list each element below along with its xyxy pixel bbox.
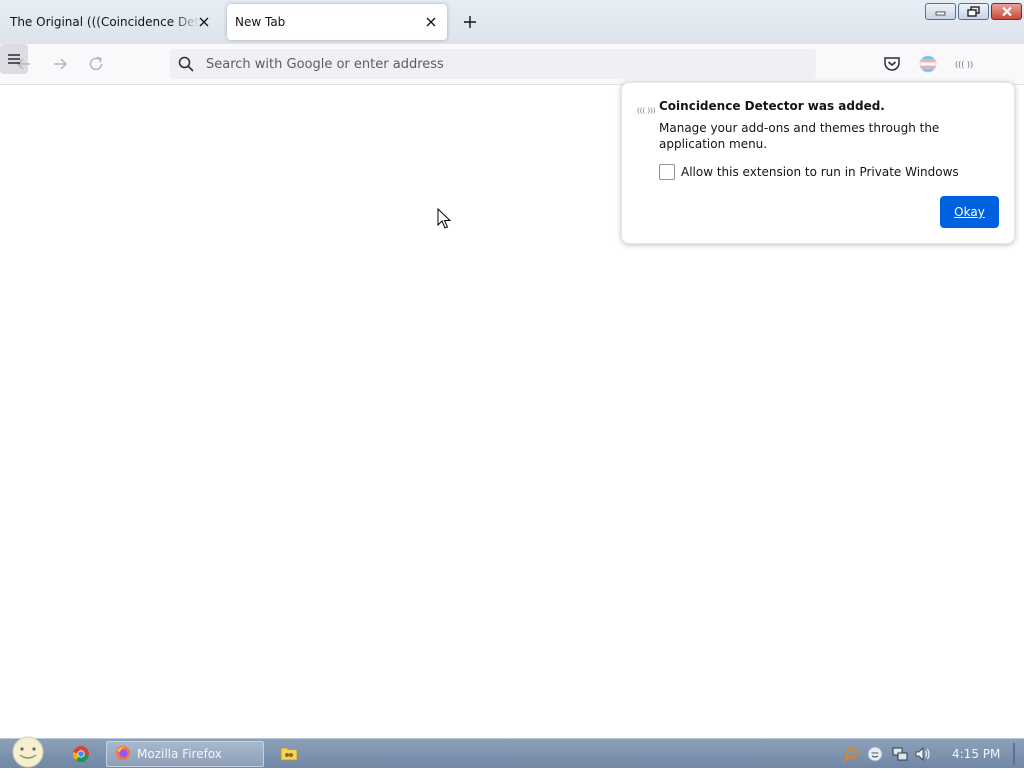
- network-tray-icon[interactable]: [891, 746, 909, 766]
- search-icon: [178, 56, 194, 76]
- okay-button[interactable]: Okay: [940, 196, 999, 228]
- taskbar-firefox-button[interactable]: Mozilla Firefox: [106, 741, 264, 767]
- coincidence-detector-icon[interactable]: ((( ))): [954, 54, 976, 74]
- restore-button[interactable]: [958, 3, 989, 20]
- account-icon[interactable]: [918, 54, 938, 74]
- smiley-tray-icon[interactable]: [867, 746, 883, 766]
- pocket-icon[interactable]: [882, 54, 902, 74]
- folder-icon[interactable]: [280, 745, 298, 765]
- addon-installed-popup: ((( ))) Coincidence Detector was added. …: [621, 82, 1015, 244]
- window-close-button[interactable]: [991, 3, 1022, 20]
- taskbar-clock[interactable]: 4:15 PM: [952, 747, 1000, 761]
- chrome-icon[interactable]: [72, 745, 90, 767]
- close-icon[interactable]: [423, 14, 439, 30]
- start-button-icon[interactable]: [8, 735, 48, 769]
- svg-text:((( ))): ((( ))): [955, 60, 974, 69]
- reload-icon[interactable]: [86, 54, 106, 74]
- show-desktop-divider[interactable]: [1013, 743, 1015, 765]
- private-windows-checkbox-label[interactable]: Allow this extension to run in Private W…: [681, 165, 959, 179]
- close-icon[interactable]: [196, 14, 212, 30]
- firefox-icon: [115, 745, 131, 764]
- taskbar-firefox-label: Mozilla Firefox: [137, 747, 222, 761]
- tab-coincidence-detector[interactable]: The Original (((Coincidence Detector: [0, 4, 220, 40]
- tab-new-tab[interactable]: New Tab: [227, 4, 447, 40]
- svg-text:((( ))): ((( ))): [637, 107, 655, 115]
- tab-title: The Original (((Coincidence Detector: [10, 15, 200, 29]
- mouse-cursor-icon: [437, 208, 451, 229]
- new-tab-plus-icon[interactable]: [460, 12, 480, 32]
- forward-arrow-icon[interactable]: [50, 54, 70, 74]
- popup-description: Manage your add-ons and themes through t…: [659, 121, 940, 151]
- address-bar[interactable]: [170, 49, 816, 79]
- tab-strip: The Original (((Coincidence Detector New…: [0, 0, 1024, 44]
- volume-tray-icon[interactable]: [914, 746, 932, 766]
- navigation-toolbar: ((( ))): [0, 44, 1024, 85]
- private-windows-checkbox[interactable]: [659, 164, 675, 180]
- taskbar: Mozilla Firefox 4:15 PM: [0, 735, 1024, 769]
- search-tray-icon[interactable]: [842, 746, 860, 768]
- tab-title: New Tab: [235, 15, 286, 29]
- coincidence-detector-icon: ((( ))): [637, 100, 656, 119]
- search-input[interactable]: [204, 54, 764, 74]
- minimize-button[interactable]: [925, 3, 956, 20]
- popup-title: Coincidence Detector was added.: [659, 99, 885, 113]
